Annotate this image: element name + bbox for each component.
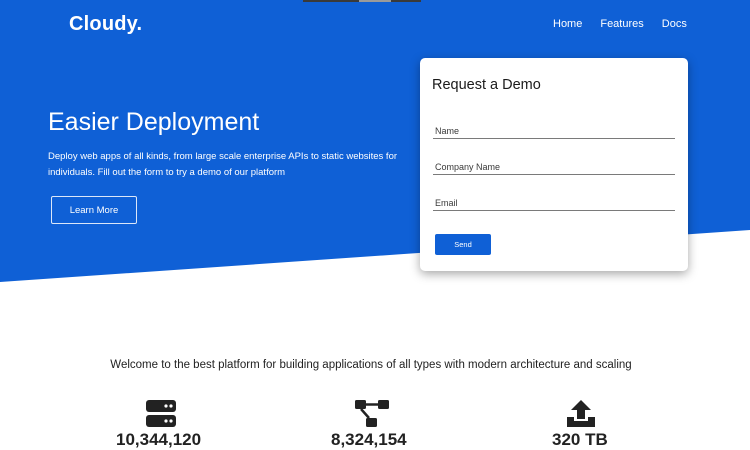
network-icon <box>355 400 389 427</box>
demo-request-card: Request a Demo Send <box>420 58 688 271</box>
nav-link-features[interactable]: Features <box>600 18 643 30</box>
demo-form-title: Request a Demo <box>432 77 541 93</box>
welcome-text: Welcome to the best platform for buildin… <box>110 359 632 371</box>
feature-stat-storage: 320 TB <box>552 430 608 449</box>
server-icon <box>146 400 176 427</box>
hero-description: Deploy web apps of all kinds, from large… <box>48 151 398 178</box>
email-input[interactable] <box>433 196 675 211</box>
nav-link-docs[interactable]: Docs <box>662 18 687 30</box>
upload-icon <box>567 400 595 427</box>
feature-stat-servers: 10,344,120 <box>116 430 202 449</box>
browser-top-strip <box>303 0 421 2</box>
feature-stat-network: 8,324,154 <box>331 430 407 449</box>
brand-logo[interactable]: Cloudy. <box>69 13 142 36</box>
company-name-input[interactable] <box>433 160 675 175</box>
top-nav: Home Features Docs <box>553 18 705 30</box>
nav-link-home[interactable]: Home <box>553 18 582 30</box>
hero-title: Easier Deployment <box>48 108 260 136</box>
send-button[interactable]: Send <box>435 234 491 255</box>
name-input[interactable] <box>433 124 675 139</box>
learn-more-button[interactable]: Learn More <box>51 196 137 224</box>
